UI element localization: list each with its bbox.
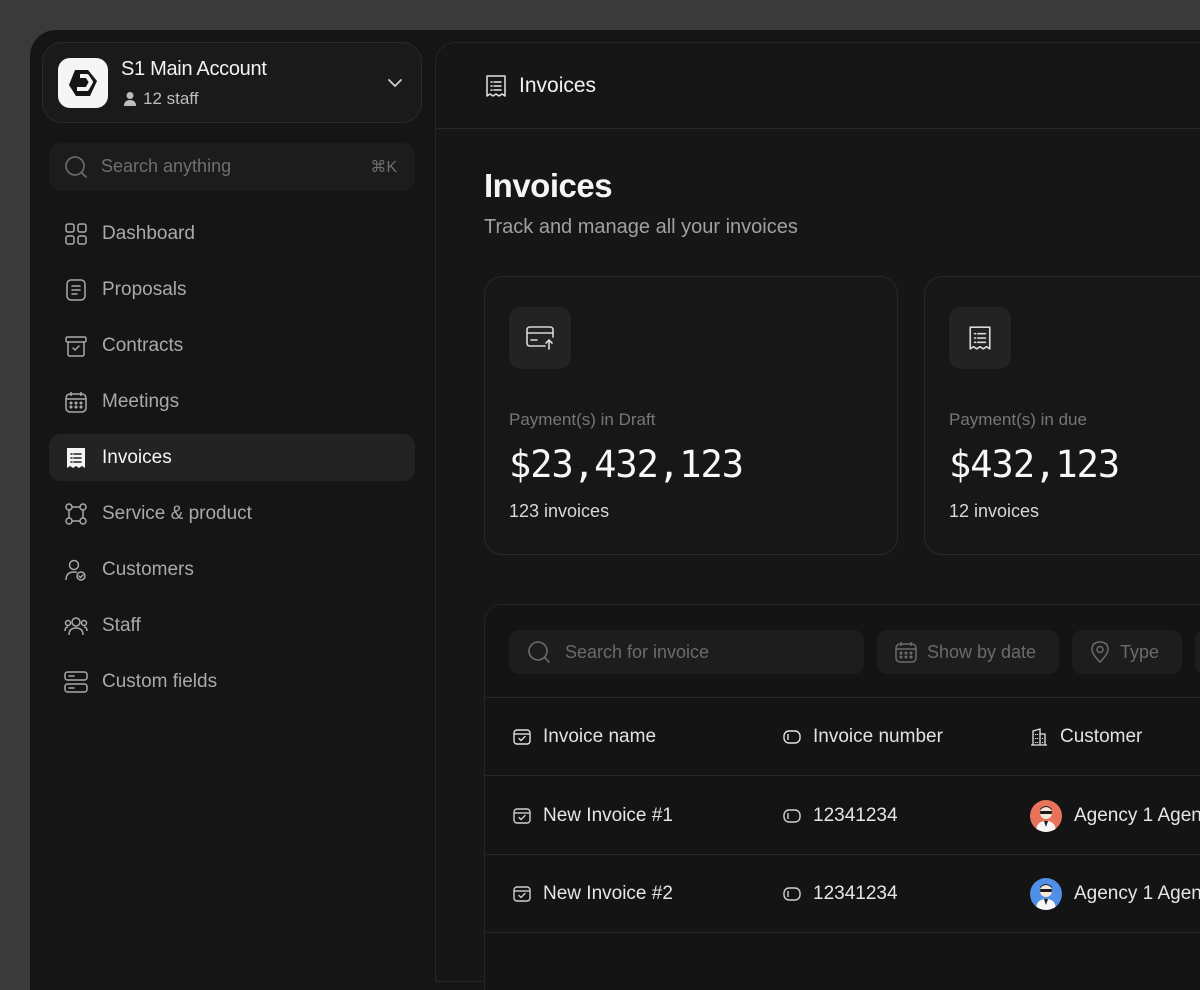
sidebar-item-proposals[interactable]: Proposals: [49, 266, 415, 313]
sidebar-item-label: Invoices: [102, 446, 172, 468]
sidebar-item-invoices[interactable]: Invoices: [49, 434, 415, 481]
sidebar-item-customers[interactable]: Customers: [49, 546, 415, 593]
sidebar-item-dashboard[interactable]: Dashboard: [49, 210, 415, 257]
account-name: S1 Main Account: [121, 58, 267, 80]
stat-count: 123 invoices: [509, 501, 610, 521]
column-customer[interactable]: Customer: [1030, 698, 1142, 776]
search-input[interactable]: Search anything: [101, 156, 231, 177]
document-icon: [64, 278, 88, 302]
customer-name: Agency 1 Agency: [1074, 805, 1200, 826]
calendar-icon: [64, 390, 88, 414]
column-invoice-number[interactable]: Invoice number: [783, 698, 943, 776]
show-by-date-label: Show by date: [927, 641, 1037, 662]
sidebar-item-service-product[interactable]: Service & product: [49, 490, 415, 537]
invoice-number-cell: 12341234: [783, 855, 898, 933]
sidebar-item-label: Dashboard: [102, 222, 195, 244]
stat-label: Payment(s) in due: [949, 410, 1087, 429]
invoice-number-cell: 12341234: [783, 777, 898, 855]
stat-card-due[interactable]: Payment(s) in due $432,123 12 invoices: [924, 276, 1200, 555]
stat-count: 12 invoices: [949, 501, 1040, 521]
sidebar-item-label: Contracts: [102, 334, 184, 356]
sidebar-item-label: Custom fields: [102, 670, 218, 692]
stat-value: $23,432,123: [509, 443, 744, 486]
building-icon: [1031, 728, 1047, 746]
topbar: Invoices: [436, 43, 1200, 129]
sidebar-item-custom-fields[interactable]: Custom fields: [49, 658, 415, 705]
account-staff-label: 12 staff: [143, 89, 199, 108]
sidebar-item-label: Proposals: [102, 278, 187, 300]
app-window: S1 Main Account 12 staff Search anything…: [30, 30, 1200, 990]
invoice-search-placeholder: Search for invoice: [565, 642, 710, 662]
users-icon: [64, 614, 88, 638]
sidebar-item-contracts[interactable]: Contracts: [49, 322, 415, 369]
receipt-icon: [64, 446, 88, 470]
global-search[interactable]: Search anything ⌘K: [49, 143, 415, 191]
account-switcher[interactable]: S1 Main Account 12 staff: [42, 42, 422, 123]
nodes-icon: [64, 502, 88, 526]
sidebar-item-staff[interactable]: Staff: [49, 602, 415, 649]
user-check-icon: [64, 558, 88, 582]
table-row[interactable]: New Invoice #2 12341234 Agency 1 Agen: [485, 855, 1200, 933]
grid-icon: [64, 222, 88, 246]
type-filter-label: Type: [1120, 641, 1160, 662]
calendar-icon: [895, 642, 917, 663]
customer-cell: Agency 1 Agency: [1030, 777, 1200, 855]
sidebar: S1 Main Account 12 staff Search anything…: [30, 30, 434, 960]
invoice-doc-icon: [513, 729, 531, 745]
sidebar-nav: Dashboard Proposals Contracts Meetings I…: [49, 210, 415, 714]
invoice-number: 12341234: [813, 805, 898, 826]
invoice-name-cell: New Invoice #2: [513, 855, 673, 933]
avatar: [1030, 878, 1062, 910]
invoice-name: New Invoice #1: [543, 805, 673, 826]
column-label: Customer: [1060, 726, 1143, 747]
type-filter-button[interactable]: Type: [1072, 630, 1182, 674]
table-header: Invoice name Invoice number Customer: [485, 698, 1200, 776]
receipt-icon: [486, 75, 506, 97]
table-row[interactable]: New Invoice #1 12341234 Agency 1 Agen: [485, 777, 1200, 855]
fields-icon: [64, 670, 88, 694]
search-shortcut-hint: ⌘K: [370, 159, 397, 176]
invoices-table-panel: Search for invoice Show by date Type Inv…: [484, 604, 1200, 990]
tag-icon: [783, 809, 801, 823]
tag-icon: [783, 730, 801, 744]
sidebar-item-meetings[interactable]: Meetings: [49, 378, 415, 425]
show-by-date-button[interactable]: Show by date: [877, 630, 1059, 674]
sidebar-item-label: Meetings: [102, 390, 180, 412]
location-pin-icon: [1091, 641, 1109, 663]
archive-check-icon: [64, 334, 88, 358]
invoice-doc-icon: [513, 886, 531, 902]
sidebar-item-label: Customers: [102, 558, 194, 580]
receipt-icon: [949, 307, 1011, 369]
sidebar-item-label: Service & product: [102, 502, 252, 524]
column-invoice-name[interactable]: Invoice name: [513, 698, 656, 776]
tag-icon: [783, 887, 801, 901]
account-staff-count: 12 staff: [123, 89, 198, 109]
avatar: [1030, 800, 1062, 832]
search-icon: [528, 641, 550, 663]
account-logo: [58, 58, 108, 108]
page-title: Invoices: [484, 167, 613, 204]
invoice-name-cell: New Invoice #1: [513, 777, 673, 855]
more-filters-button[interactable]: [1195, 630, 1200, 674]
card-upload-icon: [509, 307, 571, 369]
column-label: Invoice name: [543, 726, 657, 747]
invoice-search-input[interactable]: Search for invoice: [509, 630, 864, 674]
page-subtitle: Track and manage all your invoices: [484, 216, 798, 238]
stat-card-draft[interactable]: Payment(s) in Draft $23,432,123 123 invo…: [484, 276, 898, 555]
customer-cell: Agency 1 Agency: [1030, 855, 1200, 933]
stat-value: $432,123: [949, 443, 1120, 486]
invoice-number: 12341234: [813, 883, 898, 904]
person-icon: [124, 92, 136, 106]
main-panel: Invoices Invoices Track and manage all y…: [435, 42, 1200, 990]
invoice-name: New Invoice #2: [543, 883, 673, 904]
stat-label: Payment(s) in Draft: [509, 410, 656, 429]
sidebar-item-label: Staff: [102, 614, 141, 636]
topbar-title: Invoices: [519, 74, 597, 97]
search-icon: [65, 156, 87, 178]
customer-name: Agency 1 Agency: [1074, 883, 1200, 904]
invoice-doc-icon: [513, 808, 531, 824]
filter-bar: Search for invoice Show by date Type: [485, 605, 1200, 698]
chevron-down-icon[interactable]: [385, 73, 405, 93]
column-label: Invoice number: [813, 726, 943, 747]
